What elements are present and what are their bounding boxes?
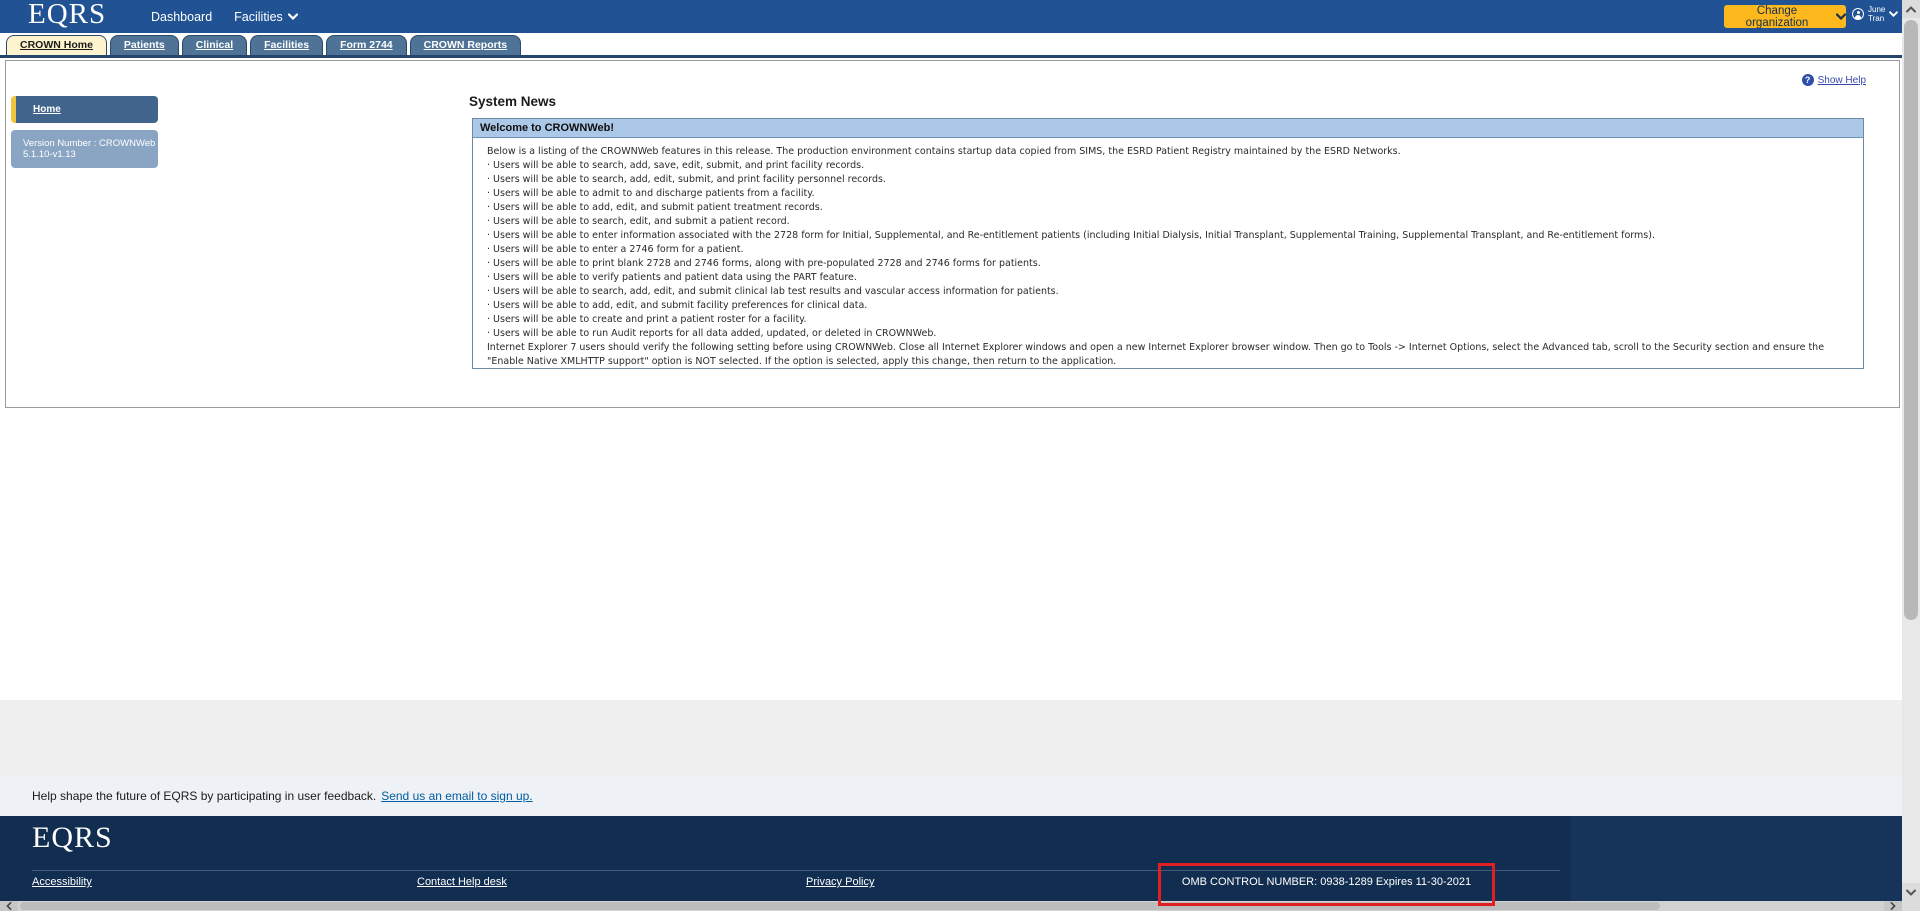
tab-facilities[interactable]: Facilities <box>250 35 323 55</box>
feature-list: Users will be able to search, add, save,… <box>487 159 1851 341</box>
nav-dashboard[interactable]: Dashboard <box>151 10 212 24</box>
horizontal-scrollbar[interactable] <box>0 901 1902 911</box>
footer-eqrs-logo: EQRS <box>32 821 113 855</box>
chevron-down-icon <box>1836 13 1846 20</box>
footer-link-accessibility[interactable]: Accessibility <box>32 876 92 888</box>
list-item: Users will be able to add, edit, and sub… <box>487 201 1851 215</box>
scroll-down-icon[interactable] <box>1902 883 1920 901</box>
welcome-panel-body: Below is a listing of the CROWNWeb featu… <box>473 138 1863 369</box>
footer-link-privacy-policy[interactable]: Privacy Policy <box>806 876 874 888</box>
feedback-text: Help shape the future of EQRS by partici… <box>32 789 376 803</box>
app-window: EQRS Dashboard Facilities Change organiz… <box>0 0 1920 911</box>
feedback-signup-link[interactable]: Send us an email to sign up. <box>381 789 532 803</box>
tab-crown-reports[interactable]: CROWN Reports <box>410 35 521 55</box>
tab-clinical[interactable]: Clinical <box>182 35 247 55</box>
sidebar-item-home[interactable]: Home <box>11 96 158 123</box>
scroll-left-icon[interactable] <box>0 901 18 911</box>
footer: EQRS Accessibility Contact Help desk Pri… <box>0 816 1902 901</box>
list-item: Users will be able to enter information … <box>487 229 1851 243</box>
top-header: EQRS Dashboard Facilities Change organiz… <box>0 0 1902 33</box>
scroll-right-icon[interactable] <box>1884 901 1902 911</box>
list-item: Users will be able to admit to and disch… <box>487 187 1851 201</box>
sidebar-version-badge: Version Number : CROWNWeb5.1.10-v1.13 <box>11 130 158 168</box>
vertical-scrollbar-thumb[interactable] <box>1904 20 1918 620</box>
help-icon: ? <box>1802 74 1814 86</box>
welcome-panel-title: Welcome to CROWNWeb! <box>473 119 1863 138</box>
tab-crown-home[interactable]: CROWN Home <box>6 35 107 55</box>
footer-right-panel <box>1571 816 1902 901</box>
ie-note: Internet Explorer 7 users should verify … <box>487 341 1851 369</box>
list-item: Users will be able to verify patients an… <box>487 271 1851 285</box>
scroll-up-icon[interactable] <box>1902 0 1920 18</box>
list-item: Users will be able to create and print a… <box>487 313 1851 327</box>
list-item: Users will be able to search, edit, and … <box>487 215 1851 229</box>
chevron-down-icon <box>1889 11 1898 17</box>
nav-facilities[interactable]: Facilities <box>234 10 298 24</box>
user-menu[interactable]: JuneTran <box>1852 5 1898 23</box>
footer-link-contact-help-desk[interactable]: Contact Help desk <box>417 876 507 888</box>
list-item: Users will be able to search, add, edit,… <box>487 173 1851 187</box>
chevron-down-icon <box>288 13 298 20</box>
lower-gray-strip <box>0 700 1902 776</box>
list-item: Users will be able to print blank 2728 a… <box>487 257 1851 271</box>
welcome-intro: Below is a listing of the CROWNWeb featu… <box>487 145 1851 159</box>
list-item: Users will be able to search, add, edit,… <box>487 285 1851 299</box>
content-panel: Home Version Number : CROWNWeb5.1.10-v1.… <box>5 60 1900 408</box>
list-item: Users will be able to add, edit, and sub… <box>487 299 1851 313</box>
change-organization-button[interactable]: Change organization <box>1724 5 1846 28</box>
list-item: Users will be able to run Audit reports … <box>487 327 1851 341</box>
welcome-panel: Welcome to CROWNWeb! Below is a listing … <box>472 118 1864 369</box>
scrollbar-corner <box>1902 901 1920 911</box>
feedback-band: Help shape the future of EQRS by partici… <box>0 776 1902 816</box>
top-nav: Dashboard Facilities <box>151 0 298 33</box>
user-avatar-icon <box>1852 8 1864 20</box>
show-help-link[interactable]: ? Show Help <box>1802 74 1866 86</box>
tab-patients[interactable]: Patients <box>110 35 179 55</box>
omb-highlight-box <box>1158 863 1495 906</box>
tab-strip-underline <box>0 55 1902 58</box>
tab-form-2744[interactable]: Form 2744 <box>326 35 407 55</box>
user-name: JuneTran <box>1868 5 1885 23</box>
page-title: System News <box>469 94 556 109</box>
vertical-scrollbar[interactable] <box>1902 0 1920 901</box>
list-item: Users will be able to enter a 2746 form … <box>487 243 1851 257</box>
tab-strip: CROWN Home Patients Clinical Facilities … <box>0 33 1902 58</box>
eqrs-logo: EQRS <box>28 0 106 31</box>
list-item: Users will be able to search, add, save,… <box>487 159 1851 173</box>
